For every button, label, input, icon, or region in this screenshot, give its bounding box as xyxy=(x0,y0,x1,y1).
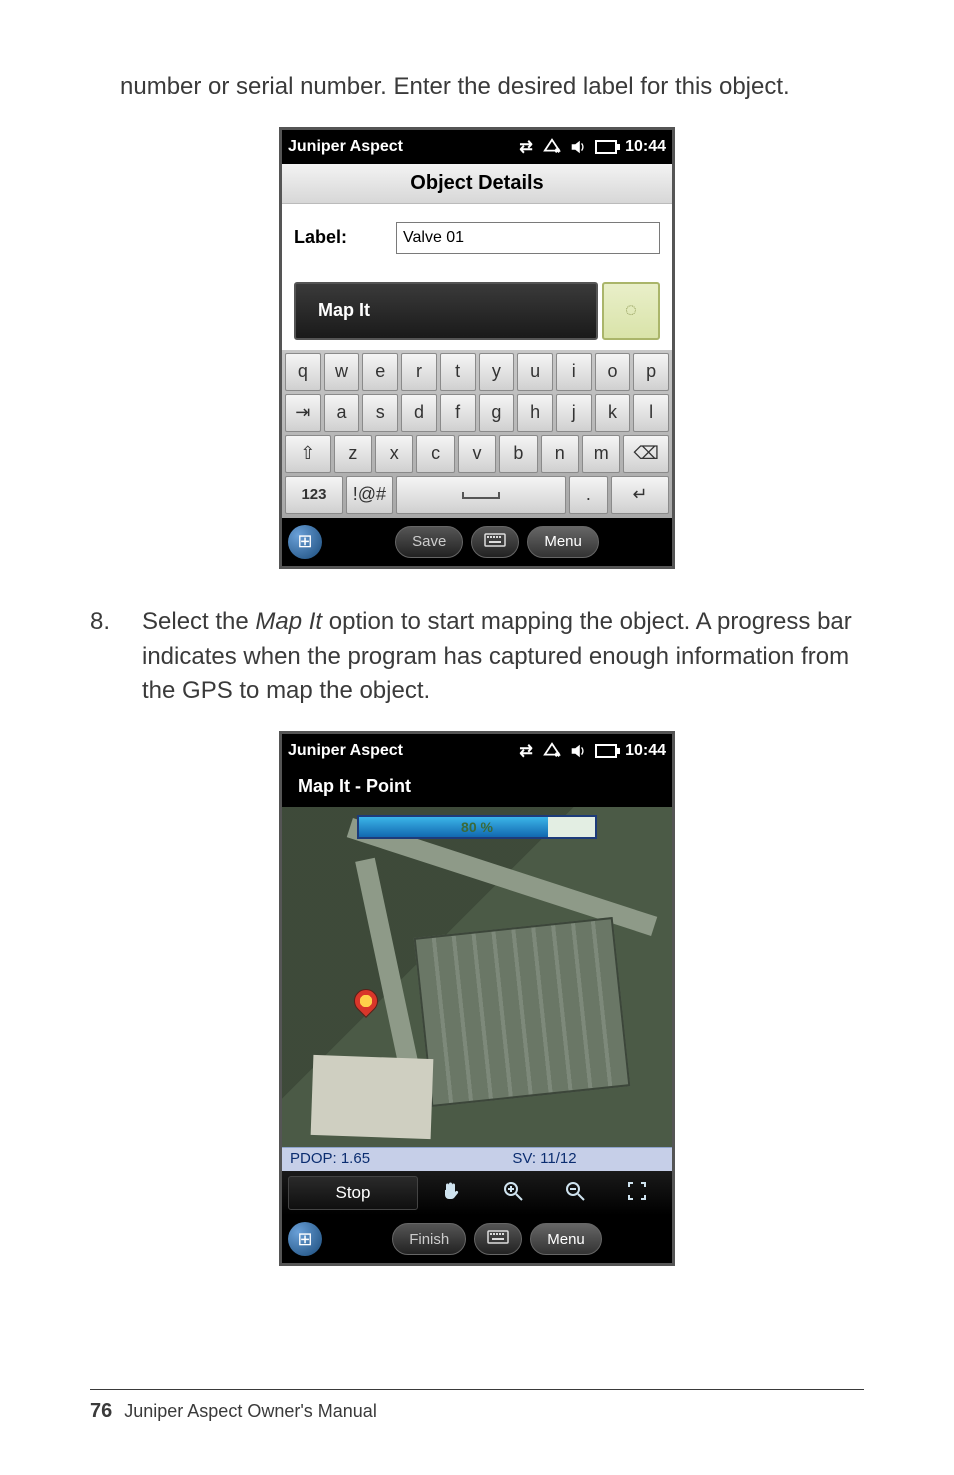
key-n[interactable]: n xyxy=(541,435,579,473)
zoom-out-icon xyxy=(563,1179,587,1208)
signal-icon xyxy=(543,742,561,760)
step-text: Select the Map It option to start mappin… xyxy=(142,605,864,709)
key-i[interactable]: i xyxy=(556,353,592,391)
extents-icon xyxy=(625,1179,649,1208)
battery-icon xyxy=(595,744,617,758)
key-s[interactable]: s xyxy=(362,394,398,432)
key-p[interactable]: p xyxy=(633,353,669,391)
satellite-icon: ◌ xyxy=(625,299,637,322)
key-g[interactable]: g xyxy=(479,394,515,432)
clock: 10:44 xyxy=(625,138,666,156)
key-123[interactable]: 123 xyxy=(285,476,343,514)
key-h[interactable]: h xyxy=(517,394,553,432)
step-text-part: Select the xyxy=(142,608,255,635)
connection-icon: ⇄ xyxy=(517,138,535,156)
intro-paragraph: number or serial number. Enter the desir… xyxy=(120,70,864,105)
key-enter[interactable]: ↵ xyxy=(611,476,669,514)
bottom-bar: ⊞ Finish Menu xyxy=(282,1215,672,1263)
menu-button[interactable]: Menu xyxy=(530,1223,602,1255)
zoom-in-button[interactable] xyxy=(484,1176,542,1210)
sv-label: SV: 11/12 xyxy=(457,1148,632,1171)
key-symbols[interactable]: !@# xyxy=(346,476,393,514)
progress-fill xyxy=(359,817,548,837)
step-8: 8. Select the Map It option to start map… xyxy=(90,605,864,709)
key-t[interactable]: t xyxy=(440,353,476,391)
save-button[interactable]: Save xyxy=(395,526,463,558)
status-bar: Juniper Aspect ⇄ 10:44 xyxy=(282,734,672,768)
on-screen-keyboard: q w e r t y u i o p ⇥ a s d f g h j k l … xyxy=(282,350,672,518)
key-f[interactable]: f xyxy=(440,394,476,432)
finish-button[interactable]: Finish xyxy=(392,1223,466,1255)
form-area: Label: Map It ◌ xyxy=(282,204,672,350)
key-backspace[interactable]: ⌫ xyxy=(623,435,669,473)
zoom-extents-button[interactable] xyxy=(608,1176,666,1210)
key-l[interactable]: l xyxy=(633,394,669,432)
key-z[interactable]: z xyxy=(334,435,372,473)
key-e[interactable]: e xyxy=(362,353,398,391)
key-m[interactable]: m xyxy=(582,435,620,473)
key-k[interactable]: k xyxy=(595,394,631,432)
start-button[interactable]: ⊞ xyxy=(288,525,322,559)
keyboard-icon xyxy=(487,1230,509,1248)
screen-title: Map It - Point xyxy=(282,768,672,807)
page-number: 76 xyxy=(90,1400,112,1423)
screenshot-map-it-point: Juniper Aspect ⇄ 10:44 Map It - Point xyxy=(279,731,675,1266)
connection-icon: ⇄ xyxy=(517,742,535,760)
key-y[interactable]: y xyxy=(479,353,515,391)
keyboard-toggle-button[interactable] xyxy=(474,1223,522,1255)
app-title: Juniper Aspect xyxy=(288,138,403,156)
map-toolbar: Stop xyxy=(282,1171,672,1215)
footer-title: Juniper Aspect Owner's Manual xyxy=(124,1401,377,1422)
map-it-button-label: Map It xyxy=(318,300,370,321)
step-number: 8. xyxy=(90,605,142,709)
key-w[interactable]: w xyxy=(324,353,360,391)
app-title: Juniper Aspect xyxy=(288,742,403,760)
key-d[interactable]: d xyxy=(401,394,437,432)
progress-bar: 80 % xyxy=(357,815,597,839)
label-field-label: Label: xyxy=(294,227,384,248)
windows-flag-icon: ⊞ xyxy=(297,1229,312,1250)
key-v[interactable]: v xyxy=(458,435,496,473)
screen-title: Object Details xyxy=(282,164,672,204)
key-u[interactable]: u xyxy=(517,353,553,391)
step-text-italic: Map It xyxy=(255,608,322,635)
key-b[interactable]: b xyxy=(499,435,537,473)
key-period[interactable]: . xyxy=(569,476,608,514)
zoom-in-icon xyxy=(501,1179,525,1208)
battery-icon xyxy=(595,140,617,154)
key-q[interactable]: q xyxy=(285,353,321,391)
keyboard-toggle-button[interactable] xyxy=(471,526,519,558)
key-r[interactable]: r xyxy=(401,353,437,391)
key-tab[interactable]: ⇥ xyxy=(285,394,321,432)
stop-button[interactable]: Stop xyxy=(288,1176,418,1210)
start-button[interactable]: ⊞ xyxy=(288,1222,322,1256)
hand-icon xyxy=(439,1179,463,1208)
volume-icon xyxy=(569,138,587,156)
map-it-button[interactable]: Map It xyxy=(294,282,598,340)
key-a[interactable]: a xyxy=(324,394,360,432)
bottom-bar: ⊞ Save Menu xyxy=(282,518,672,566)
signal-icon xyxy=(543,138,561,156)
clock: 10:44 xyxy=(625,742,666,760)
key-shift[interactable]: ⇧ xyxy=(285,435,331,473)
key-space[interactable] xyxy=(396,476,566,514)
keyboard-icon xyxy=(484,533,506,551)
screenshot-object-details: Juniper Aspect ⇄ 10:44 Object Details La… xyxy=(279,127,675,569)
gps-status-strip: PDOP: 1.65 SV: 11/12 xyxy=(282,1147,672,1171)
status-bar: Juniper Aspect ⇄ 10:44 xyxy=(282,130,672,164)
windows-flag-icon: ⊞ xyxy=(297,531,312,552)
zoom-out-button[interactable] xyxy=(546,1176,604,1210)
label-input[interactable] xyxy=(396,222,660,254)
page-footer: 76 Juniper Aspect Owner's Manual xyxy=(90,1389,864,1423)
key-c[interactable]: c xyxy=(416,435,454,473)
key-x[interactable]: x xyxy=(375,435,413,473)
key-j[interactable]: j xyxy=(556,394,592,432)
pdop-label: PDOP: 1.65 xyxy=(282,1148,457,1171)
map-view[interactable]: 80 % xyxy=(282,807,672,1147)
menu-button[interactable]: Menu xyxy=(527,526,599,558)
pan-tool-button[interactable] xyxy=(422,1176,480,1210)
key-o[interactable]: o xyxy=(595,353,631,391)
volume-icon xyxy=(569,742,587,760)
gps-status-button[interactable]: ◌ xyxy=(602,282,660,340)
